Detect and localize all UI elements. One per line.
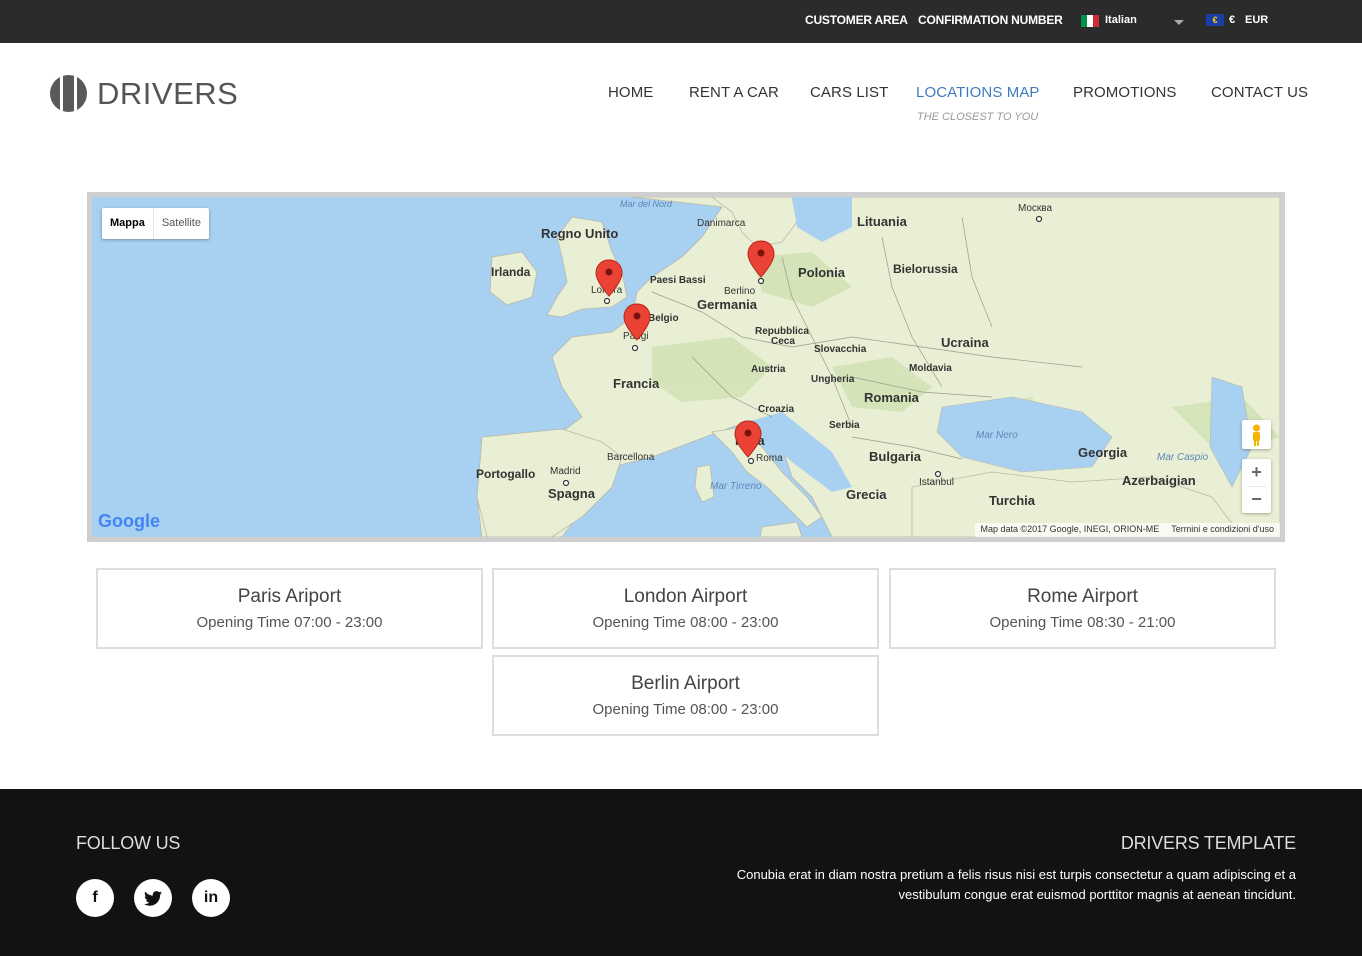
map-type-button[interactable]: Mappa [102,208,153,239]
location-card-paris[interactable]: Paris Ariport Opening Time 07:00 - 23:00 [96,568,483,649]
map-label-bulgaria: Bulgaria [869,449,922,464]
top-bar: CUSTOMER AREA CONFIRMATION NUMBER Italia… [0,0,1362,43]
map-label-serbia: Serbia [829,420,860,431]
currency-select[interactable]: EUR [1245,14,1268,26]
logo-icon[interactable] [50,75,87,112]
street-view-pegman-icon[interactable] [1242,420,1271,449]
location-card-london[interactable]: London Airport Opening Time 08:00 - 23:0… [492,568,879,649]
italian-flag-icon [1081,15,1099,27]
location-name: London Airport [623,586,748,607]
nav-contact-us[interactable]: CONTACT US [1211,84,1308,101]
locations-map: Mar del Nord Danimarca Lituania Mосква R… [87,192,1285,542]
map-label-francia: Francia [613,376,660,391]
map-tiles: Mar del Nord Danimarca Lituania Mосква R… [476,197,1280,537]
location-name: Paris Ariport [237,586,342,607]
zoom-out-button[interactable]: − [1242,486,1271,513]
map-label-georgia: Georgia [1078,445,1128,460]
map-data-credit: Map data ©2017 Google, INEGI, ORION-ME [980,524,1160,534]
map-label-croazia: Croazia [758,404,795,415]
confirmation-number-link[interactable]: CONFIRMATION NUMBER [918,13,1063,27]
zoom-controls: + − [1242,459,1271,513]
twitter-icon[interactable] [134,879,172,917]
map-label-turchia: Turchia [989,493,1036,508]
map-label-madrid: Madrid [550,466,581,477]
location-card-rome[interactable]: Rome Airport Opening Time 08:30 - 21:00 [889,568,1276,649]
map-label-moldavia: Moldavia [909,363,952,374]
map-label-danimarca: Danimarca [697,218,746,229]
map-label-mar-del-nord: Mar del Nord [620,199,673,209]
linkedin-icon[interactable]: in [192,879,230,917]
chevron-down-icon[interactable] [1174,20,1184,25]
map-label-irlanda: Irlanda [491,265,531,279]
map-label-bielorussia: Bielorussia [893,262,958,276]
map-label-austria: Austria [751,364,786,375]
map-label-slovacchia: Slovacchia [814,344,867,355]
nav-rent-a-car[interactable]: RENT A CAR [689,84,779,101]
google-logo[interactable]: Google [98,511,160,532]
map-canvas[interactable]: Mar del Nord Danimarca Lituania Mосква R… [92,197,1280,537]
language-select[interactable]: Italian [1105,14,1137,26]
map-label-mar-caspio: Mar Caspio [1157,452,1209,463]
map-terms-link[interactable]: Termini e condizioni d'uso [1171,524,1274,536]
map-label-ucraina: Ucraina [941,335,989,350]
map-label-berlino: Berlino [724,286,756,297]
map-label-paesi-bassi: Paesi Bassi [650,275,706,286]
map-label-portogallo: Portogallo [476,467,535,481]
satellite-type-button[interactable]: Satellite [152,208,209,239]
map-type-toggle: Mappa Satellite [102,208,209,239]
map-label-roma: Roma [756,453,783,464]
nav-locations-map[interactable]: LOCATIONS MAP [916,84,1040,101]
map-label-belgio: Belgio [648,313,679,324]
location-card-berlin[interactable]: Berlin Airport Opening Time 08:00 - 23:0… [492,655,879,736]
nav-cars-list[interactable]: CARS LIST [810,84,888,101]
currency-symbol[interactable]: € [1229,14,1235,26]
location-name: Rome Airport [1027,586,1138,607]
map-label-lituania: Lituania [857,214,908,229]
map-label-regno-unito: Regno Unito [541,226,618,241]
map-label-ungheria: Ungheria [811,374,855,385]
location-hours: Opening Time 08:00 - 23:00 [592,701,779,718]
brand-name[interactable]: DRIVERS [97,76,238,112]
location-hours: Opening Time 08:30 - 21:00 [989,614,1176,631]
zoom-in-button[interactable]: + [1242,459,1271,486]
follow-us-heading: FOLLOW US [76,833,181,853]
nav-active-subtitle: THE CLOSEST TO YOU [917,111,1039,123]
map-attribution: Map data ©2017 Google, INEGI, ORION-ME T… [974,523,1280,537]
footer-title: DRIVERS TEMPLATE [1120,833,1296,853]
map-label-polonia: Polonia [798,265,846,280]
map-label-rep-ceca-2: Ceca [771,336,795,347]
location-name: Berlin Airport [631,673,740,694]
map-label-mar-tirreno: Mar Tirreno [710,481,762,492]
map-label-azerbaigian: Azerbaigian [1122,473,1196,488]
nav-home[interactable]: HOME [608,84,653,101]
nav-promotions[interactable]: PROMOTIONS [1073,84,1177,101]
euro-flag-icon: € [1206,14,1224,26]
customer-area-link[interactable]: CUSTOMER AREA [805,13,908,27]
footer-description: Conubia erat in diam nostra pretium a fe… [736,867,1296,902]
map-label-romania: Romania [864,390,920,405]
google-logo-text: Google [98,511,160,531]
location-hours: Opening Time 08:00 - 23:00 [592,614,779,631]
map-label-spagna: Spagna [548,486,596,501]
map-label-germania: Germania [697,297,758,312]
map-label-istanbul: Istanbul [919,477,954,488]
map-label-grecia: Grecia [846,487,887,502]
location-hours: Opening Time 07:00 - 23:00 [196,614,383,631]
footer: FOLLOW US f in DRIVERS TEMPLATE Conubia … [0,789,1362,956]
facebook-icon[interactable]: f [76,879,114,917]
map-label-mar-nero: Mar Nero [976,430,1018,441]
map-label-barcellona: Barcellona [607,452,655,463]
map-label-mosca: Mосква [1018,203,1052,214]
